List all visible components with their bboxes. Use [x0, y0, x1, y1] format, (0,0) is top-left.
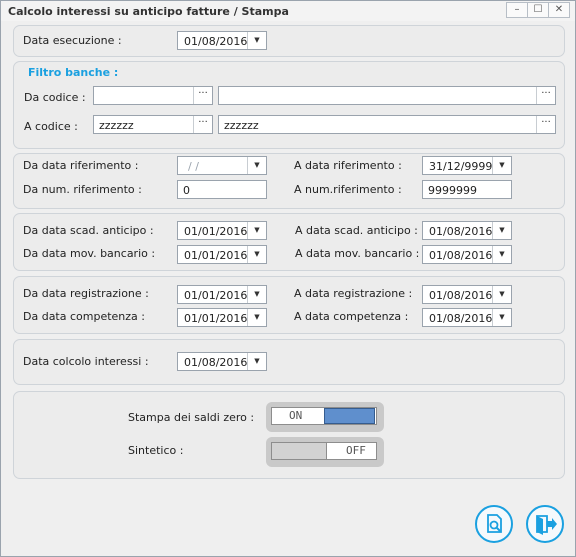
- window-title: Calcolo interessi su anticipo fatture / …: [8, 5, 289, 18]
- toggle-state-label: ON: [289, 409, 303, 422]
- from-ref-date-combo[interactable]: / / ▼: [177, 156, 267, 175]
- print-preview-button[interactable]: [475, 505, 513, 543]
- print-zero-balances-label: Stampa dei saldi zero :: [128, 411, 255, 424]
- execution-date-combo[interactable]: 01/08/2016 ▼: [177, 31, 267, 50]
- from-ref-num-field[interactable]: 0: [177, 180, 267, 199]
- toggle-track: OFF: [271, 442, 377, 460]
- to-reg-label: A data registrazione :: [294, 287, 413, 300]
- to-ref-date-combo[interactable]: 31/12/9999 ▼: [422, 156, 512, 175]
- toggle-state-label: OFF: [346, 444, 366, 457]
- to-mov-combo[interactable]: 01/08/2016 ▼: [422, 245, 512, 264]
- to-mov-value: 01/08/2016: [429, 249, 493, 262]
- window: Calcolo interessi su anticipo fatture / …: [0, 0, 576, 557]
- synthetic-toggle[interactable]: OFF: [266, 437, 384, 467]
- options-panel: Stampa dei saldi zero : ON Sintetico : O…: [13, 391, 565, 479]
- chevron-down-icon[interactable]: ▼: [247, 157, 266, 174]
- from-code-label: Da codice :: [24, 91, 86, 104]
- to-ref-num-value: 9999999: [428, 184, 477, 197]
- chevron-down-icon[interactable]: ▼: [492, 286, 511, 303]
- chevron-down-icon[interactable]: ▼: [247, 222, 266, 239]
- to-code-label: A codice :: [24, 120, 78, 133]
- from-mov-value: 01/01/2016: [184, 249, 248, 262]
- to-reg-combo[interactable]: 01/08/2016 ▼: [422, 285, 512, 304]
- bank-filter-title: Filtro banche :: [28, 66, 119, 79]
- chevron-down-icon[interactable]: ▼: [247, 286, 266, 303]
- lookup-button[interactable]: ···: [536, 116, 555, 133]
- to-ref-num-label: A num.riferimento :: [294, 183, 402, 196]
- chevron-down-icon[interactable]: ▼: [247, 353, 266, 370]
- to-description-field[interactable]: zzzzzz ···: [218, 115, 556, 134]
- from-comp-combo[interactable]: 01/01/2016 ▼: [177, 308, 267, 327]
- bank-filter-panel: Filtro banche : Da codice : ··· ··· A co…: [13, 61, 565, 149]
- to-due-combo[interactable]: 01/08/2016 ▼: [422, 221, 512, 240]
- to-mov-label: A data mov. bancario :: [295, 247, 420, 260]
- to-ref-num-field[interactable]: 9999999: [422, 180, 512, 199]
- from-reg-label: Da data registrazione :: [23, 287, 149, 300]
- lookup-button[interactable]: ···: [536, 87, 555, 104]
- to-comp-combo[interactable]: 01/08/2016 ▼: [422, 308, 512, 327]
- to-comp-label: A data competenza :: [294, 310, 409, 323]
- execution-panel: Data esecuzione : 01/08/2016 ▼: [13, 25, 565, 57]
- from-ref-date-value: / /: [188, 160, 199, 173]
- from-due-label: Da data scad. anticipo :: [23, 224, 154, 237]
- exit-icon: [536, 515, 557, 535]
- maximize-button[interactable]: ☐: [527, 2, 549, 18]
- from-code-field[interactable]: ···: [93, 86, 213, 105]
- from-ref-num-label: Da num. riferimento :: [23, 183, 142, 196]
- from-due-value: 01/01/2016: [184, 225, 248, 238]
- to-code-value: zzzzzz: [99, 119, 134, 132]
- chevron-down-icon[interactable]: ▼: [247, 246, 266, 263]
- from-comp-value: 01/01/2016: [184, 312, 248, 325]
- to-description-value: zzzzzz: [224, 119, 259, 132]
- lookup-button[interactable]: ···: [193, 116, 212, 133]
- registration-panel: Da data registrazione : 01/01/2016 ▼ A d…: [13, 276, 565, 334]
- interest-panel: Data colcolo interessi : 01/08/2016 ▼: [13, 339, 565, 385]
- from-ref-num-value: 0: [183, 184, 190, 197]
- interest-date-label: Data colcolo interessi :: [23, 355, 149, 368]
- chevron-down-icon[interactable]: ▼: [492, 222, 511, 239]
- from-comp-label: Da data competenza :: [23, 310, 145, 323]
- to-ref-date-value: 31/12/9999: [429, 160, 493, 173]
- chevron-down-icon[interactable]: ▼: [492, 246, 511, 263]
- synthetic-label: Sintetico :: [128, 444, 184, 457]
- from-ref-date-label: Da data riferimento :: [23, 159, 139, 172]
- reference-panel: Da data riferimento : / / ▼ A data rifer…: [13, 153, 565, 209]
- toggle-track: ON: [271, 407, 377, 425]
- to-ref-date-label: A data riferimento :: [294, 159, 402, 172]
- chevron-down-icon[interactable]: ▼: [247, 309, 266, 326]
- from-mov-label: Da data mov. bancario :: [23, 247, 156, 260]
- from-reg-combo[interactable]: 01/01/2016 ▼: [177, 285, 267, 304]
- from-mov-combo[interactable]: 01/01/2016 ▼: [177, 245, 267, 264]
- to-due-value: 01/08/2016: [429, 225, 493, 238]
- close-button[interactable]: ✕: [548, 2, 570, 18]
- to-comp-value: 01/08/2016: [429, 312, 493, 325]
- interest-date-combo[interactable]: 01/08/2016 ▼: [177, 352, 267, 371]
- execution-date-value: 01/08/2016: [184, 35, 248, 48]
- toggle-knob: [272, 443, 327, 459]
- from-description-field[interactable]: ···: [218, 86, 556, 105]
- to-reg-value: 01/08/2016: [429, 289, 493, 302]
- from-reg-value: 01/01/2016: [184, 289, 248, 302]
- exit-button[interactable]: [526, 505, 564, 543]
- toggle-knob: [324, 408, 375, 424]
- minimize-button[interactable]: –: [506, 2, 528, 18]
- to-code-field[interactable]: zzzzzz ···: [93, 115, 213, 134]
- title-bar: Calcolo interessi su anticipo fatture / …: [1, 1, 575, 21]
- chevron-down-icon[interactable]: ▼: [492, 157, 511, 174]
- print-zero-balances-toggle[interactable]: ON: [266, 402, 384, 432]
- print-preview-icon: [487, 514, 502, 533]
- from-due-combo[interactable]: 01/01/2016 ▼: [177, 221, 267, 240]
- chevron-down-icon[interactable]: ▼: [247, 32, 266, 49]
- advance-panel: Da data scad. anticipo : 01/01/2016 ▼ A …: [13, 213, 565, 271]
- to-due-label: A data scad. anticipo :: [295, 224, 418, 237]
- chevron-down-icon[interactable]: ▼: [492, 309, 511, 326]
- interest-date-value: 01/08/2016: [184, 356, 248, 369]
- execution-date-label: Data esecuzione :: [23, 34, 122, 47]
- lookup-button[interactable]: ···: [193, 87, 212, 104]
